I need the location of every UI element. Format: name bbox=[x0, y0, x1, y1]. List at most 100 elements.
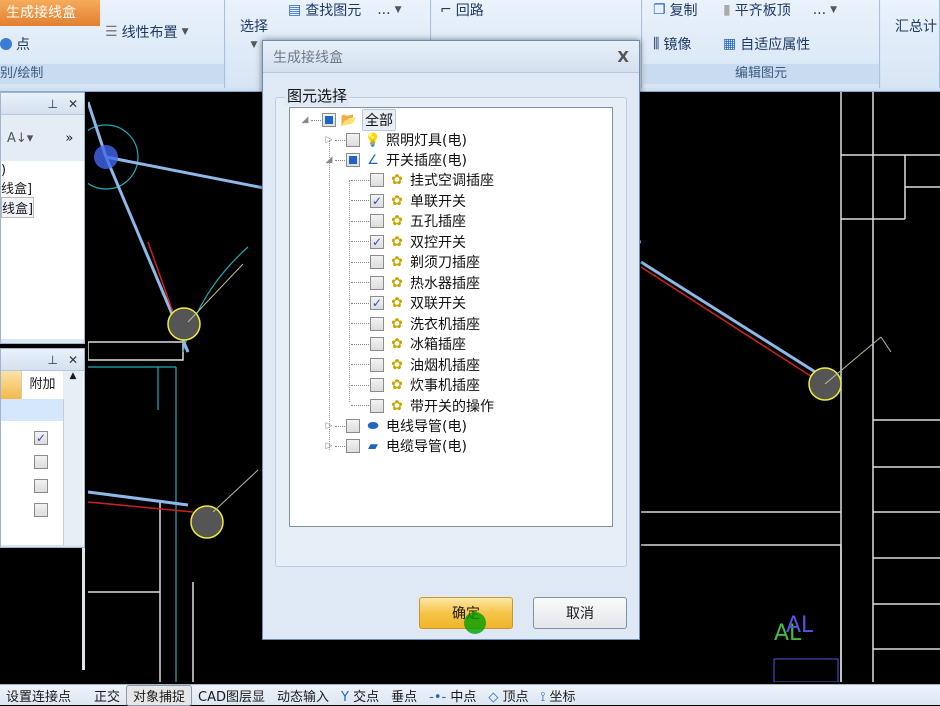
properties-icon: ▦ bbox=[723, 36, 737, 52]
more-label: ... bbox=[812, 2, 827, 18]
list-item[interactable]: 线盒] bbox=[1, 178, 84, 197]
tree-node-label: 挂式空调插座 bbox=[410, 173, 494, 189]
list-item[interactable]: 线盒] bbox=[1, 197, 35, 218]
tree-node-child[interactable]: ✿ 剃须刀插座 bbox=[350, 252, 480, 272]
extra-checkbox[interactable]: ✓ bbox=[34, 431, 48, 445]
scroll-up-icon[interactable]: ▲ bbox=[63, 371, 83, 399]
tree-node-child[interactable]: ✓ ✿ 单联开关 bbox=[350, 191, 466, 211]
child-checkbox[interactable]: ✓ bbox=[370, 234, 384, 249]
expand-icon[interactable]: ▷ bbox=[324, 441, 334, 451]
vertex-label: 顶点 bbox=[502, 689, 529, 705]
copy-button[interactable]: ❐ 复制 bbox=[653, 0, 698, 20]
ortho-toggle[interactable]: 正交 bbox=[88, 686, 126, 705]
find-element-button[interactable]: ▤ 查找图元 ... ▼ bbox=[288, 0, 402, 20]
child-checkbox[interactable] bbox=[370, 398, 384, 413]
tree-node-child[interactable]: ✿ 洗衣机插座 bbox=[350, 314, 480, 334]
loop-button[interactable]: ⌐ 回路 bbox=[440, 0, 484, 20]
tree-node-lighting[interactable]: ▷ 💡 照明灯具(电) bbox=[324, 130, 467, 150]
sort-az-icon[interactable]: A↓▾ bbox=[7, 131, 33, 146]
point-button[interactable]: 点 bbox=[0, 34, 30, 54]
align-top-label: 平齐板顶 bbox=[734, 3, 791, 19]
intersection-icon: Y bbox=[341, 689, 349, 705]
tree-node-label: 带开关的操作 bbox=[410, 398, 494, 415]
element-tree[interactable]: ◢ 📂 全部 ▷ 💡 照明灯具(电) ◢ ∠ 开关插座(电) ✿ 挂式空调插座 ✓ ✿… bbox=[289, 107, 613, 527]
dialog-titlebar: 生成接线盒 X bbox=[263, 41, 639, 73]
loop-icon: ⌐ bbox=[440, 2, 452, 18]
tree-node-child[interactable]: ✿ 挂式空调插座 bbox=[350, 170, 494, 190]
child-checkbox[interactable] bbox=[370, 378, 384, 392]
collapse-icon[interactable]: ◢ bbox=[300, 115, 310, 125]
collapse-icon[interactable]: ◢ bbox=[324, 155, 334, 165]
child-checkbox[interactable] bbox=[370, 255, 384, 269]
lighting-checkbox[interactable] bbox=[346, 133, 360, 147]
find-element-label: 查找图元 bbox=[305, 3, 362, 19]
tree-node-cable-conduit[interactable]: ▷ ▰ 电缆导管(电) bbox=[324, 436, 467, 456]
dynamic-input-toggle[interactable]: 动态输入 bbox=[271, 686, 335, 705]
expand-icon[interactable]: ▷ bbox=[324, 135, 334, 145]
tree-node-child[interactable]: ✓ ✿ 双联开关 bbox=[350, 293, 466, 313]
pin-icon[interactable]: ⊥ bbox=[47, 353, 57, 367]
tree-node-child[interactable]: ✿ 冰箱插座 bbox=[350, 334, 466, 354]
extra-checkbox[interactable] bbox=[34, 479, 48, 493]
child-checkbox[interactable] bbox=[370, 275, 384, 290]
panel-toolbar: A↓▾ » bbox=[1, 115, 84, 161]
generate-junction-box-button[interactable]: 生成接线盒 bbox=[0, 0, 100, 26]
tree-node-child[interactable]: ✿ 热水器插座 bbox=[350, 273, 480, 293]
tree-node-label: 炊事机插座 bbox=[410, 378, 480, 394]
switch-socket-checkbox[interactable] bbox=[346, 153, 360, 167]
tree-node-child[interactable]: ✿ 五孔插座 bbox=[350, 211, 466, 231]
cad-label: AL bbox=[786, 613, 814, 638]
summary-calc-button[interactable]: 汇总计 bbox=[895, 16, 937, 36]
cad-layer-toggle[interactable]: CAD图层显 bbox=[192, 686, 271, 705]
cable-conduit-checkbox[interactable] bbox=[346, 439, 360, 453]
ribbon-group-edit-element: ❐ 复制 ▮ 平齐板顶 ... ▼ ⫼ 镜像 ▦ 自适应属性 编辑图元 bbox=[643, 0, 880, 88]
dropdown-icon: ▼ bbox=[181, 27, 189, 37]
dropdown-icon: ▼ bbox=[394, 5, 402, 15]
object-snap-toggle[interactable]: 对象捕捉 bbox=[126, 684, 193, 706]
tree-node-child[interactable]: ✓ ✿ 双控开关 bbox=[350, 232, 466, 252]
child-checkbox[interactable] bbox=[370, 316, 384, 331]
close-icon[interactable]: ✕ bbox=[68, 353, 78, 367]
scrollbar[interactable] bbox=[63, 399, 83, 545]
lightbulb-icon: 💡 bbox=[364, 132, 382, 148]
vertex-snap[interactable]: ◇ 顶点 bbox=[482, 686, 534, 705]
child-checkbox[interactable]: ✓ bbox=[370, 193, 384, 208]
column-header-extra: 附加 bbox=[21, 371, 63, 399]
list-item[interactable]: ) bbox=[1, 163, 84, 178]
tree-node-child[interactable]: ✿ 炊事机插座 bbox=[350, 375, 480, 395]
mirror-button[interactable]: ⫼ 镜像 bbox=[653, 34, 691, 54]
root-checkbox[interactable] bbox=[322, 113, 336, 127]
tree-node-child[interactable]: ✿ 带开关的操作 bbox=[350, 396, 494, 416]
child-checkbox[interactable] bbox=[370, 173, 384, 187]
perpendicular-snap[interactable]: 垂点 bbox=[385, 686, 423, 705]
tree-node-wire-conduit[interactable]: ▷ ⬬ 电线导管(电) bbox=[324, 416, 467, 436]
intersection-snap[interactable]: Y 交点 bbox=[335, 686, 385, 705]
overflow-icon[interactable]: » bbox=[65, 131, 73, 146]
linear-layout-button[interactable]: ☰ 线性布置 ▼ bbox=[105, 22, 188, 42]
tree-node-root[interactable]: ◢ 📂 全部 bbox=[300, 109, 396, 131]
attribute-table: ✓ bbox=[1, 399, 84, 545]
tree-node-switch-socket[interactable]: ◢ ∠ 开关插座(电) bbox=[324, 150, 467, 170]
close-icon[interactable]: ✕ bbox=[68, 97, 78, 111]
expand-icon[interactable]: ▷ bbox=[324, 421, 334, 431]
extra-checkbox[interactable] bbox=[34, 503, 48, 517]
child-checkbox[interactable] bbox=[370, 337, 384, 351]
child-checkbox[interactable]: ✓ bbox=[370, 296, 384, 310]
midpoint-icon: -•- bbox=[429, 689, 447, 705]
wire-conduit-checkbox[interactable] bbox=[346, 419, 360, 433]
extra-checkbox[interactable] bbox=[34, 455, 48, 469]
midpoint-snap[interactable]: -•- 中点 bbox=[423, 686, 482, 705]
cancel-button[interactable]: 取消 bbox=[533, 597, 627, 629]
gear-icon: ✿ bbox=[391, 295, 403, 311]
align-top-button[interactable]: ▮ 平齐板顶 ... ▼ bbox=[723, 0, 837, 20]
tree-node-label: 热水器插座 bbox=[410, 275, 480, 292]
coordinate-snap[interactable]: ⟟ 坐标 bbox=[535, 686, 582, 705]
tree-node-label: 全部 bbox=[362, 109, 396, 131]
child-checkbox[interactable] bbox=[370, 357, 384, 372]
tree-node-child[interactable]: ✿ 油烟机插座 bbox=[350, 355, 480, 375]
adaptive-props-button[interactable]: ▦ 自适应属性 bbox=[723, 34, 810, 54]
child-checkbox[interactable] bbox=[370, 214, 384, 228]
tree-node-label: 电缆导管(电) bbox=[386, 439, 467, 455]
close-button[interactable]: X bbox=[617, 48, 629, 66]
pin-icon[interactable]: ⊥ bbox=[47, 97, 57, 111]
